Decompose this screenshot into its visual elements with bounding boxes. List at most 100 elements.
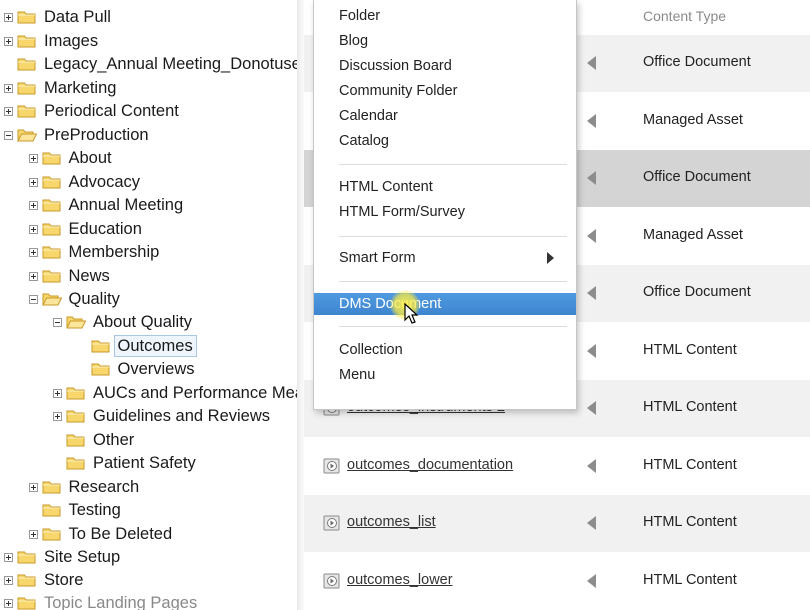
expand-icon[interactable] [28,200,38,210]
list-row[interactable]: outcomes_lower HTML Content [304,553,810,610]
tree-item-legacy-annual-meeting-donotuse[interactable]: Legacy_Annual Meeting_Donotuse [4,53,297,75]
menu-item-html-form-survey[interactable]: HTML Form/Survey [314,201,576,223]
tree-item-research[interactable]: Research [28,476,140,498]
expand-icon[interactable] [28,224,38,234]
triangle-left-icon[interactable] [587,171,596,185]
collapse-icon[interactable] [28,294,38,304]
tree-item-label[interactable]: Guidelines and Reviews [93,406,270,426]
tree-item-education[interactable]: Education [28,218,142,240]
tree-item-label[interactable]: To Be Deleted [69,524,173,544]
list-row[interactable]: outcomes_list HTML Content [304,495,810,552]
tree-item-images[interactable]: Images [4,30,98,52]
tree-item-advocacy[interactable]: Advocacy [28,171,141,193]
menu-item-blog[interactable]: Blog [314,30,576,52]
tree-item-label[interactable]: Quality [69,289,120,309]
tree-item-patient-safety[interactable]: Patient Safety [53,452,196,474]
tree-item-overviews[interactable]: Overviews [78,358,195,380]
pane-splitter[interactable] [297,0,304,610]
tree-item-label[interactable]: Overviews [118,359,195,379]
menu-item-community-folder[interactable]: Community Folder [314,80,576,102]
content-type-header[interactable]: Content Type [643,8,726,24]
menu-item-catalog[interactable]: Catalog [314,130,576,152]
tree-item-label[interactable]: Testing [69,500,121,520]
tree-item-about[interactable]: About [28,147,112,169]
expand-icon[interactable] [4,12,13,22]
menu-item-smart-form[interactable]: Smart Form [314,247,576,269]
menu-item-menu[interactable]: Menu [314,364,576,386]
tree-item-about-quality[interactable]: About Quality [53,311,192,333]
expand-icon[interactable] [28,271,38,281]
expand-icon[interactable] [4,36,13,46]
expand-icon[interactable] [4,106,13,116]
tree-item-aucs-and-performance-measures[interactable]: AUCs and Performance Measures [53,382,297,404]
triangle-left-icon[interactable] [587,344,596,358]
triangle-left-icon[interactable] [587,286,596,300]
menu-item-calendar[interactable]: Calendar [314,105,576,127]
expand-icon[interactable] [4,575,13,585]
tree-item-label[interactable]: Patient Safety [93,453,196,473]
expand-icon[interactable] [28,247,38,257]
tree-item-quality[interactable]: Quality [28,288,120,310]
triangle-left-icon[interactable] [587,114,596,128]
file-link[interactable]: outcomes_lower [347,572,453,588]
expand-icon[interactable] [53,411,62,421]
tree-item-outcomes[interactable]: Outcomes [78,335,197,357]
triangle-left-icon[interactable] [587,56,596,70]
expand-icon[interactable] [28,153,38,163]
tree-item-label[interactable]: Site Setup [44,547,120,567]
triangle-left-icon[interactable] [587,401,596,415]
tree-item-label[interactable]: About [69,148,112,168]
tree-item-label[interactable]: Education [69,219,142,239]
tree-item-label[interactable]: Advocacy [69,172,141,192]
list-row[interactable]: outcomes_documentation HTML Content [304,438,810,495]
tree-item-label[interactable]: Other [93,430,134,450]
expand-icon[interactable] [28,177,38,187]
menu-item-discussion-board[interactable]: Discussion Board [314,55,576,77]
triangle-left-icon[interactable] [587,459,596,473]
collapse-icon[interactable] [53,317,62,327]
tree-item-label[interactable]: Outcomes [113,335,197,357]
tree-item-label[interactable]: About Quality [93,312,192,332]
tree-item-label[interactable]: AUCs and Performance Measures [93,383,297,403]
tree-item-label[interactable]: Legacy_Annual Meeting_Donotuse [44,54,297,74]
tree-item-data-pull[interactable]: Data Pull [4,6,111,28]
tree-item-label[interactable]: Research [69,477,140,497]
tree-item-label[interactable]: Marketing [44,78,116,98]
tree-item-label[interactable]: Topic Landing Pages [44,593,197,610]
tree-item-annual-meeting[interactable]: Annual Meeting [28,194,184,216]
menu-item-folder[interactable]: Folder [314,5,576,27]
triangle-left-icon[interactable] [587,574,596,588]
tree-item-topic-landing-pages[interactable]: Topic Landing Pages [4,592,197,610]
file-link[interactable]: outcomes_list [347,514,436,530]
tree-item-label[interactable]: Periodical Content [44,101,179,121]
expand-icon[interactable] [28,529,38,539]
tree-item-label[interactable]: Membership [69,242,160,262]
tree-item-label[interactable]: Data Pull [44,7,111,27]
tree-item-store[interactable]: Store [4,569,83,591]
tree-item-periodical-content[interactable]: Periodical Content [4,100,179,122]
tree-item-label[interactable]: News [69,266,110,286]
tree-item-preproduction[interactable]: PreProduction [4,124,149,146]
menu-item-collection[interactable]: Collection [314,339,576,361]
menu-item-html-content[interactable]: HTML Content [314,176,576,198]
tree-item-label[interactable]: Store [44,570,83,590]
file-link[interactable]: outcomes_documentation [347,457,513,473]
tree-item-membership[interactable]: Membership [28,241,160,263]
tree-item-label[interactable]: Annual Meeting [69,195,184,215]
tree-item-site-setup[interactable]: Site Setup [4,546,120,568]
expand-icon[interactable] [4,598,13,608]
menu-item-dms-document[interactable]: DMS Document [314,293,576,315]
triangle-left-icon[interactable] [587,516,596,530]
tree-item-marketing[interactable]: Marketing [4,77,116,99]
tree-item-to-be-deleted[interactable]: To Be Deleted [28,523,173,545]
expand-icon[interactable] [4,552,13,562]
expand-icon[interactable] [28,482,38,492]
tree-item-label[interactable]: Images [44,31,98,51]
triangle-left-icon[interactable] [587,229,596,243]
tree-item-label[interactable]: PreProduction [44,125,149,145]
expand-icon[interactable] [4,83,13,93]
collapse-icon[interactable] [4,130,13,140]
tree-item-news[interactable]: News [28,265,110,287]
tree-item-testing[interactable]: Testing [29,499,121,521]
tree-item-guidelines-and-reviews[interactable]: Guidelines and Reviews [53,405,270,427]
